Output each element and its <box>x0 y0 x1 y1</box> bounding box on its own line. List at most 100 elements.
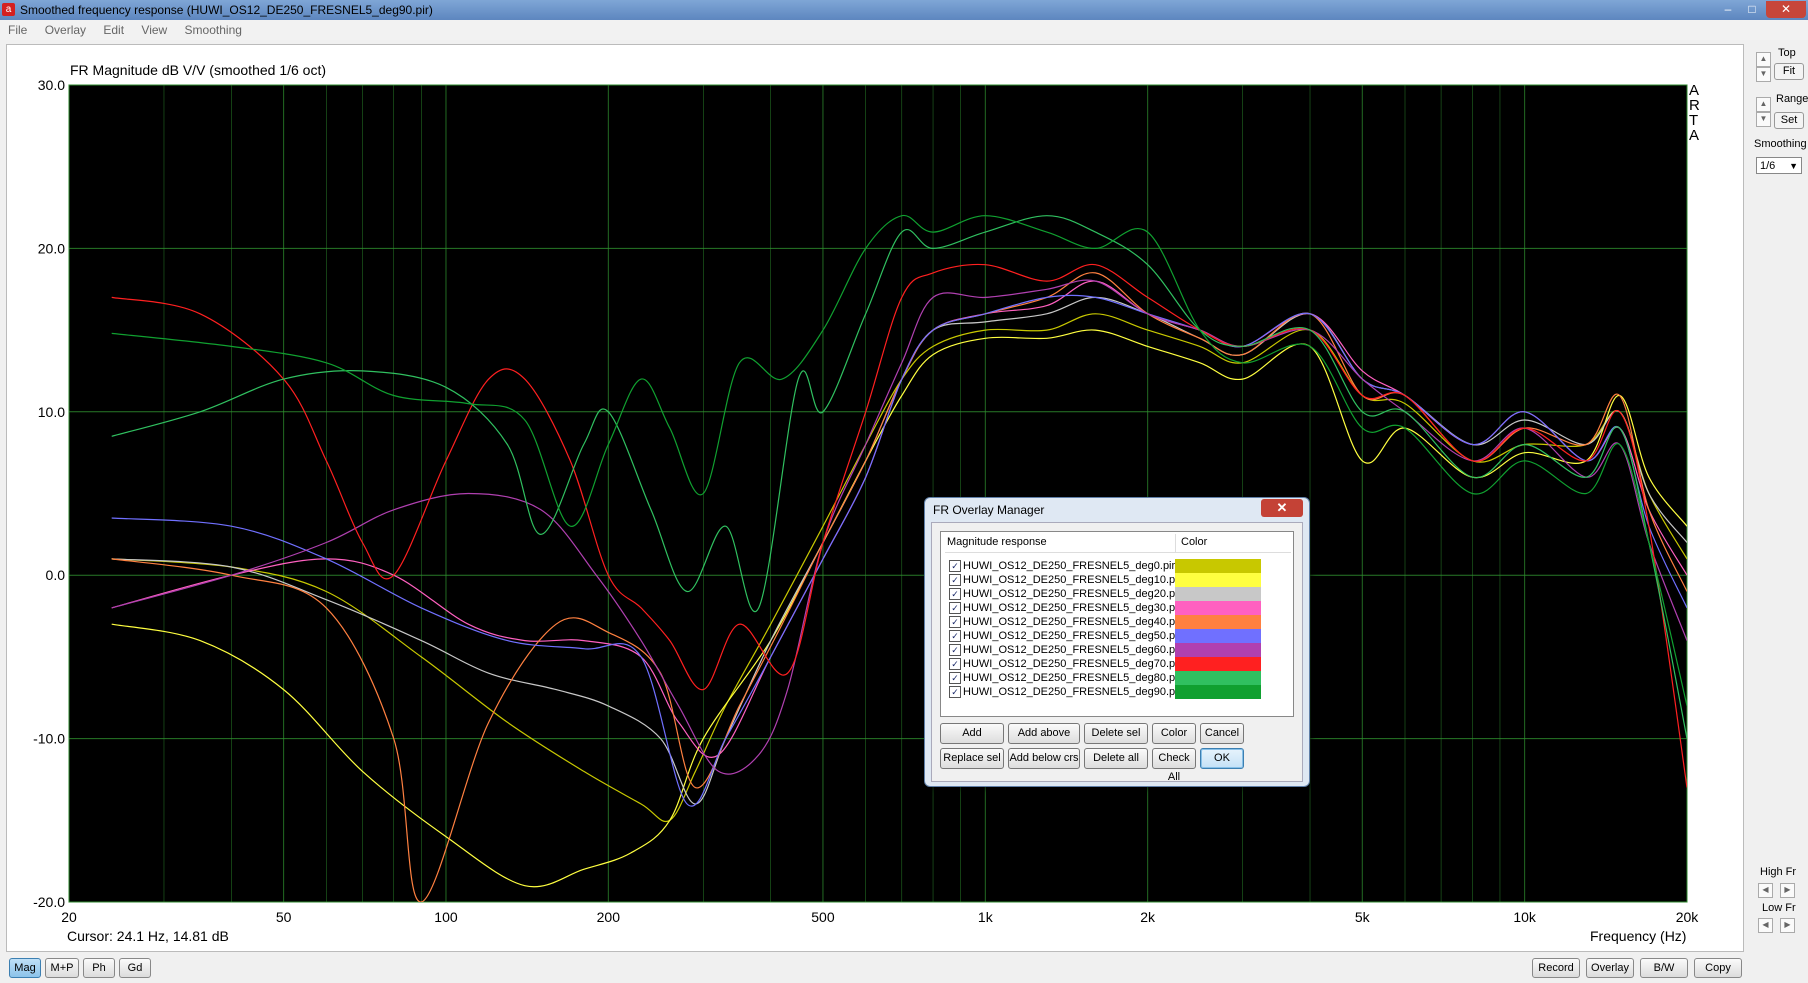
x-tick-label: 50 <box>276 909 292 925</box>
close-icon: ✕ <box>1276 500 1288 515</box>
copy-button[interactable]: Copy <box>1694 958 1742 978</box>
x-tick-label: 5k <box>1355 909 1371 925</box>
ok-button[interactable]: OK <box>1200 748 1244 769</box>
close-button[interactable]: ✕ <box>1766 1 1806 18</box>
x-tick-label: 1k <box>978 909 994 925</box>
color-button[interactable]: Color <box>1152 723 1196 744</box>
frequency-response-chart[interactable]: 20 50 100 200 500 1k 2k 5k 10k 20k 30.0 20.0 10.0 0.0… <box>7 45 1743 951</box>
add-below-cursor-button[interactable]: Add below crs <box>1008 748 1080 769</box>
replace-selected-button[interactable]: Replace sel <box>940 748 1004 769</box>
y-tick-label: 0.0 <box>46 567 66 583</box>
cancel-button[interactable]: Cancel <box>1200 723 1244 744</box>
delete-all-button[interactable]: Delete all <box>1084 748 1148 769</box>
set-button[interactable]: Set <box>1774 112 1804 129</box>
high-fr-left-spin[interactable]: ◀ <box>1758 883 1773 898</box>
arta-icon: a <box>2 3 15 16</box>
top-up-spin[interactable]: ▲ <box>1756 52 1771 67</box>
plot-background[interactable] <box>68 84 1688 903</box>
row-checkbox[interactable]: ✓ <box>949 588 961 600</box>
top-down-spin[interactable]: ▼ <box>1756 67 1771 82</box>
top-label: Top <box>1778 47 1796 59</box>
column-header-name[interactable]: Magnitude response <box>947 536 1047 548</box>
x-axis-label: Frequency (Hz) <box>1590 928 1686 944</box>
menu-file[interactable]: File <box>2 20 33 40</box>
range-label: Range <box>1776 93 1808 105</box>
row-checkbox[interactable]: ✓ <box>949 602 961 614</box>
column-divider <box>1175 534 1176 552</box>
row-checkbox[interactable]: ✓ <box>949 574 961 586</box>
low-fr-left-spin[interactable]: ◀ <box>1758 918 1773 933</box>
menu-overlay[interactable]: Overlay <box>39 20 92 40</box>
y-tick-label: 20.0 <box>38 240 65 256</box>
low-fr-label: Low Fr <box>1762 902 1796 914</box>
high-fr-label: High Fr <box>1760 866 1797 878</box>
row-color-swatch[interactable] <box>1175 629 1261 643</box>
row-checkbox[interactable]: ✓ <box>949 560 961 572</box>
delete-selected-button[interactable]: Delete sel <box>1084 723 1148 744</box>
row-color-swatch[interactable] <box>1175 657 1261 671</box>
y-tick-label: -10.0 <box>33 731 65 747</box>
menu-smoothing[interactable]: Smoothing <box>179 20 248 40</box>
menu-edit[interactable]: Edit <box>97 20 130 40</box>
smoothing-label: Smoothing <box>1754 138 1807 150</box>
row-color-swatch[interactable] <box>1175 671 1261 685</box>
x-tick-label: 100 <box>434 909 458 925</box>
list-item[interactable]: ✓ HUWI_OS12_DE250_FRESNEL5_deg90.pir <box>941 684 1293 700</box>
row-color-swatch[interactable] <box>1175 685 1261 699</box>
x-tick-label: 20 <box>61 909 77 925</box>
chart-title: FR Magnitude dB V/V (smoothed 1/6 oct) <box>70 62 326 78</box>
row-color-swatch[interactable] <box>1175 573 1261 587</box>
minimize-button[interactable]: – <box>1716 1 1740 18</box>
m-plus-p-button[interactable]: M+P <box>45 958 79 978</box>
record-button[interactable]: Record <box>1532 958 1580 978</box>
row-checkbox[interactable]: ✓ <box>949 672 961 684</box>
fit-button[interactable]: Fit <box>1774 63 1804 80</box>
smoothing-select[interactable]: 1/6 ▼ <box>1756 157 1802 174</box>
dialog-title: FR Overlay Manager <box>933 503 1045 517</box>
row-checkbox[interactable]: ✓ <box>949 616 961 628</box>
smoothing-value: 1/6 <box>1760 160 1776 172</box>
add-button[interactable]: Add <box>940 723 1004 744</box>
bw-button[interactable]: B/W <box>1640 958 1688 978</box>
window-title: Smoothed frequency response (HUWI_OS12_D… <box>20 3 433 17</box>
plot-frame: 20 50 100 200 500 1k 2k 5k 10k 20k 30.0 20.0 10.0 0.0… <box>6 44 1744 952</box>
row-color-swatch[interactable] <box>1175 643 1261 657</box>
x-tick-label: 2k <box>1140 909 1156 925</box>
menu-bar: File Overlay Edit View Smoothing <box>0 20 1808 40</box>
row-checkbox[interactable]: ✓ <box>949 658 961 670</box>
dialog-close-button[interactable]: ✕ <box>1261 499 1303 517</box>
row-checkbox[interactable]: ✓ <box>949 686 961 698</box>
menu-view[interactable]: View <box>135 20 173 40</box>
y-tick-label: -20.0 <box>33 894 65 910</box>
row-color-swatch[interactable] <box>1175 601 1261 615</box>
row-color-swatch[interactable] <box>1175 587 1261 601</box>
group-delay-button[interactable]: Gd <box>119 958 151 978</box>
row-checkbox[interactable]: ✓ <box>949 630 961 642</box>
row-color-swatch[interactable] <box>1175 559 1261 573</box>
overlay-list[interactable]: Magnitude response Color ✓ HUWI_OS12_DE25… <box>940 531 1294 717</box>
x-tick-label: 20k <box>1676 909 1700 925</box>
phase-button[interactable]: Ph <box>83 958 115 978</box>
mag-button[interactable]: Mag <box>9 958 41 978</box>
chevron-down-icon: ▼ <box>1789 161 1798 171</box>
high-fr-right-spin[interactable]: ▶ <box>1780 883 1795 898</box>
x-tick-label: 500 <box>811 909 835 925</box>
overlay-manager-dialog: FR Overlay Manager ✕ Magnitude response … <box>924 497 1310 787</box>
watermark-letter: A <box>1689 127 1699 144</box>
row-color-swatch[interactable] <box>1175 615 1261 629</box>
arta-watermark: A R T A <box>1689 82 1700 144</box>
add-above-cursor-button[interactable]: Add above crs <box>1008 723 1080 758</box>
header-divider <box>945 552 1291 553</box>
maximize-button[interactable]: □ <box>1740 1 1764 18</box>
range-up-spin[interactable]: ▲ <box>1756 97 1771 112</box>
x-tick-label: 10k <box>1513 909 1537 925</box>
dialog-body: Magnitude response Color ✓ HUWI_OS12_DE25… <box>931 522 1303 783</box>
cursor-readout: Cursor: 24.1 Hz, 14.81 dB <box>67 928 229 944</box>
range-down-spin[interactable]: ▼ <box>1756 112 1771 127</box>
title-bar[interactable]: a Smoothed frequency response (HUWI_OS12… <box>0 0 1808 20</box>
low-fr-right-spin[interactable]: ▶ <box>1780 918 1795 933</box>
overlay-button[interactable]: Overlay <box>1586 958 1634 978</box>
column-header-color[interactable]: Color <box>1181 536 1207 548</box>
check-all-button[interactable]: Check All <box>1152 748 1196 783</box>
row-checkbox[interactable]: ✓ <box>949 644 961 656</box>
